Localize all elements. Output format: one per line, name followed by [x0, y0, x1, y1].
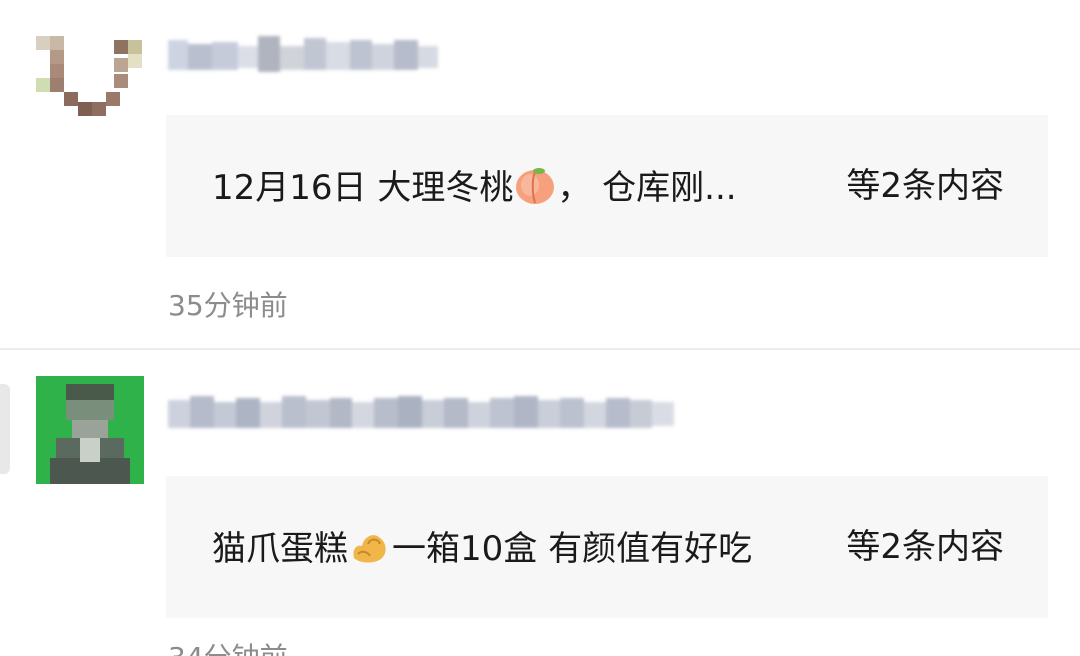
post-timestamp: 34分钟前	[168, 640, 288, 656]
shared-content-card[interactable]: 12月16日 大理冬桃， 仓库刚... 等2条内容	[166, 115, 1048, 257]
moments-feed: 12月16日 大理冬桃， 仓库刚... 等2条内容 35分钟前 猫爪蛋糕 一箱1…	[0, 0, 1080, 656]
blurred-name-mosaic	[168, 396, 674, 428]
content-count: 等2条内容	[846, 166, 1004, 206]
flexed-biceps-emoji-icon	[348, 524, 392, 568]
pixelated-avatar-icon	[36, 18, 144, 126]
feed-post: 猫爪蛋糕一箱10盒 有颜值有好吃 等2条内容 34分钟前	[0, 350, 1080, 656]
peach-emoji-icon	[513, 163, 557, 207]
author-name[interactable]	[168, 390, 684, 436]
pixelated-avatar-icon	[36, 376, 144, 484]
content-count: 等2条内容	[846, 527, 1004, 567]
shared-content-card[interactable]: 猫爪蛋糕 一箱10盒 有颜值有好吃 等2条内容	[166, 476, 1048, 618]
avatar[interactable]	[36, 18, 144, 126]
content-text: 12月16日 大理冬桃， 仓库刚...	[212, 163, 737, 211]
author-name[interactable]	[168, 32, 444, 78]
post-timestamp: 35分钟前	[168, 289, 288, 322]
content-text: 猫爪蛋糕 一箱10盒 有颜值有好吃	[212, 524, 752, 572]
feed-post: 12月16日 大理冬桃， 仓库刚... 等2条内容 35分钟前	[0, 0, 1080, 348]
avatar[interactable]	[36, 376, 144, 484]
blurred-name-mosaic	[168, 36, 438, 72]
